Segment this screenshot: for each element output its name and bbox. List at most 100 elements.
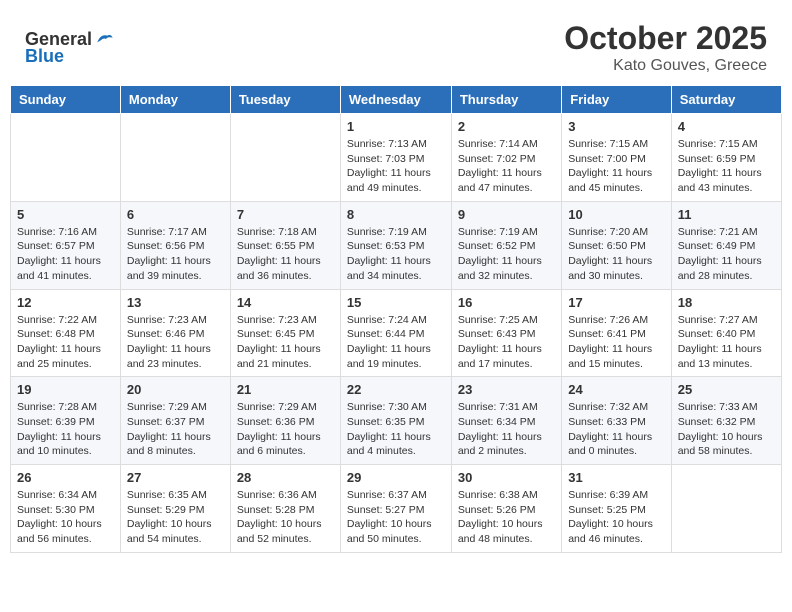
- day-number: 26: [17, 470, 114, 485]
- calendar-cell: 2Sunrise: 7:14 AM Sunset: 7:02 PM Daylig…: [451, 114, 561, 202]
- calendar-cell: 8 Sunrise: 7:19 AM Sunset: 6:53 PM Daylig…: [340, 201, 451, 289]
- day-number: 12: [17, 295, 114, 310]
- calendar-cell: 4 Sunrise: 7:15 AM Sunset: 6:59 PM Daylig…: [671, 114, 781, 202]
- calendar-cell: 17 Sunrise: 7:26 AM Sunset: 6:41 PM Dayli…: [562, 289, 672, 377]
- calendar-cell: [11, 114, 121, 202]
- calendar-cell: 28 Sunrise: 6:36 AM Sunset: 5:28 PM Dayli…: [230, 465, 340, 553]
- day-number: 3: [568, 119, 665, 134]
- calendar-cell: 19 Sunrise: 7:28 AM Sunset: 6:39 PM Dayli…: [11, 377, 121, 465]
- calendar-cell: 6 Sunrise: 7:17 AM Sunset: 6:56 PM Daylig…: [120, 201, 230, 289]
- day-number: 22: [347, 382, 445, 397]
- weekday-header-row: SundayMondayTuesdayWednesdayThursdayFrid…: [11, 86, 782, 114]
- calendar-cell: 9 Sunrise: 7:19 AM Sunset: 6:52 PM Daylig…: [451, 201, 561, 289]
- calendar-cell: 10 Sunrise: 7:20 AM Sunset: 6:50 PM Dayli…: [562, 201, 672, 289]
- calendar-week-1: 1 Sunrise: 7:13 AM Sunset: 7:03 PM Daylig…: [11, 114, 782, 202]
- day-number: 4: [678, 119, 775, 134]
- day-info: Sunrise: 7:30 AM Sunset: 6:35 PM Dayligh…: [347, 400, 445, 459]
- calendar-cell: 29Sunrise: 6:37 AM Sunset: 5:27 PM Dayli…: [340, 465, 451, 553]
- day-info: Sunrise: 7:27 AM Sunset: 6:40 PM Dayligh…: [678, 313, 775, 372]
- day-number: 7: [237, 207, 334, 222]
- day-number: 27: [127, 470, 224, 485]
- weekday-saturday: Saturday: [671, 86, 781, 114]
- calendar-cell: 1 Sunrise: 7:13 AM Sunset: 7:03 PM Daylig…: [340, 114, 451, 202]
- day-number: 6: [127, 207, 224, 222]
- page-header: General Blue October 2025 Kato Gouves, G…: [10, 10, 782, 80]
- calendar-cell: 25Sunrise: 7:33 AM Sunset: 6:32 PM Dayli…: [671, 377, 781, 465]
- day-number: 19: [17, 382, 114, 397]
- day-number: 9: [458, 207, 555, 222]
- weekday-tuesday: Tuesday: [230, 86, 340, 114]
- day-info: Sunrise: 7:19 AM Sunset: 6:52 PM Dayligh…: [458, 225, 555, 284]
- day-info: Sunrise: 7:23 AM Sunset: 6:46 PM Dayligh…: [127, 313, 224, 372]
- day-info: Sunrise: 7:31 AM Sunset: 6:34 PM Dayligh…: [458, 400, 555, 459]
- calendar-cell: 5 Sunrise: 7:16 AM Sunset: 6:57 PM Daylig…: [11, 201, 121, 289]
- calendar-week-4: 19 Sunrise: 7:28 AM Sunset: 6:39 PM Dayli…: [11, 377, 782, 465]
- day-info: Sunrise: 7:21 AM Sunset: 6:49 PM Dayligh…: [678, 225, 775, 284]
- calendar-cell: 3Sunrise: 7:15 AM Sunset: 7:00 PM Daylig…: [562, 114, 672, 202]
- day-info: Sunrise: 7:16 AM Sunset: 6:57 PM Dayligh…: [17, 225, 114, 284]
- day-number: 8: [347, 207, 445, 222]
- day-number: 1: [347, 119, 445, 134]
- calendar-cell: 12 Sunrise: 7:22 AM Sunset: 6:48 PM Dayli…: [11, 289, 121, 377]
- day-number: 17: [568, 295, 665, 310]
- day-number: 11: [678, 207, 775, 222]
- day-number: 14: [237, 295, 334, 310]
- calendar-cell: 11 Sunrise: 7:21 AM Sunset: 6:49 PM Dayli…: [671, 201, 781, 289]
- day-info: Sunrise: 7:19 AM Sunset: 6:53 PM Dayligh…: [347, 225, 445, 284]
- logo: General Blue: [25, 29, 114, 67]
- calendar-cell: 22 Sunrise: 7:30 AM Sunset: 6:35 PM Dayli…: [340, 377, 451, 465]
- day-info: Sunrise: 6:34 AM Sunset: 5:30 PM Dayligh…: [17, 488, 114, 547]
- day-info: Sunrise: 7:28 AM Sunset: 6:39 PM Dayligh…: [17, 400, 114, 459]
- day-info: Sunrise: 7:22 AM Sunset: 6:48 PM Dayligh…: [17, 313, 114, 372]
- weekday-wednesday: Wednesday: [340, 86, 451, 114]
- day-number: 21: [237, 382, 334, 397]
- logo-bird-icon: [94, 29, 114, 49]
- title-block: October 2025 Kato Gouves, Greece: [564, 20, 767, 75]
- calendar-week-2: 5 Sunrise: 7:16 AM Sunset: 6:57 PM Daylig…: [11, 201, 782, 289]
- day-info: Sunrise: 7:23 AM Sunset: 6:45 PM Dayligh…: [237, 313, 334, 372]
- day-info: Sunrise: 7:13 AM Sunset: 7:03 PM Dayligh…: [347, 137, 445, 196]
- day-info: Sunrise: 7:29 AM Sunset: 6:37 PM Dayligh…: [127, 400, 224, 459]
- day-info: Sunrise: 7:32 AM Sunset: 6:33 PM Dayligh…: [568, 400, 665, 459]
- month-title: October 2025: [564, 20, 767, 57]
- day-number: 25: [678, 382, 775, 397]
- day-info: Sunrise: 7:29 AM Sunset: 6:36 PM Dayligh…: [237, 400, 334, 459]
- weekday-thursday: Thursday: [451, 86, 561, 114]
- weekday-monday: Monday: [120, 86, 230, 114]
- calendar-cell: 26 Sunrise: 6:34 AM Sunset: 5:30 PM Dayli…: [11, 465, 121, 553]
- day-number: 10: [568, 207, 665, 222]
- calendar-cell: 31Sunrise: 6:39 AM Sunset: 5:25 PM Dayli…: [562, 465, 672, 553]
- day-info: Sunrise: 7:14 AM Sunset: 7:02 PM Dayligh…: [458, 137, 555, 196]
- day-info: Sunrise: 7:15 AM Sunset: 6:59 PM Dayligh…: [678, 137, 775, 196]
- day-number: 30: [458, 470, 555, 485]
- calendar-cell: [230, 114, 340, 202]
- day-number: 16: [458, 295, 555, 310]
- day-number: 28: [237, 470, 334, 485]
- day-info: Sunrise: 7:26 AM Sunset: 6:41 PM Dayligh…: [568, 313, 665, 372]
- day-number: 18: [678, 295, 775, 310]
- day-info: Sunrise: 7:17 AM Sunset: 6:56 PM Dayligh…: [127, 225, 224, 284]
- day-info: Sunrise: 6:38 AM Sunset: 5:26 PM Dayligh…: [458, 488, 555, 547]
- day-info: Sunrise: 6:36 AM Sunset: 5:28 PM Dayligh…: [237, 488, 334, 547]
- calendar-cell: 24Sunrise: 7:32 AM Sunset: 6:33 PM Dayli…: [562, 377, 672, 465]
- day-number: 5: [17, 207, 114, 222]
- calendar-cell: [671, 465, 781, 553]
- logo-blue: Blue: [25, 46, 64, 67]
- calendar-cell: 13 Sunrise: 7:23 AM Sunset: 6:46 PM Dayli…: [120, 289, 230, 377]
- day-number: 20: [127, 382, 224, 397]
- location-title: Kato Gouves, Greece: [564, 57, 767, 75]
- calendar-cell: 27Sunrise: 6:35 AM Sunset: 5:29 PM Dayli…: [120, 465, 230, 553]
- calendar-cell: 21 Sunrise: 7:29 AM Sunset: 6:36 PM Dayli…: [230, 377, 340, 465]
- day-info: Sunrise: 6:39 AM Sunset: 5:25 PM Dayligh…: [568, 488, 665, 547]
- calendar-cell: 15Sunrise: 7:24 AM Sunset: 6:44 PM Dayli…: [340, 289, 451, 377]
- day-number: 23: [458, 382, 555, 397]
- calendar-week-3: 12 Sunrise: 7:22 AM Sunset: 6:48 PM Dayli…: [11, 289, 782, 377]
- calendar-body: 1 Sunrise: 7:13 AM Sunset: 7:03 PM Daylig…: [11, 114, 782, 553]
- day-info: Sunrise: 7:20 AM Sunset: 6:50 PM Dayligh…: [568, 225, 665, 284]
- day-number: 13: [127, 295, 224, 310]
- calendar-table: SundayMondayTuesdayWednesdayThursdayFrid…: [10, 85, 782, 553]
- day-info: Sunrise: 7:18 AM Sunset: 6:55 PM Dayligh…: [237, 225, 334, 284]
- calendar-cell: 30 Sunrise: 6:38 AM Sunset: 5:26 PM Dayli…: [451, 465, 561, 553]
- calendar-week-5: 26 Sunrise: 6:34 AM Sunset: 5:30 PM Dayli…: [11, 465, 782, 553]
- calendar-cell: [120, 114, 230, 202]
